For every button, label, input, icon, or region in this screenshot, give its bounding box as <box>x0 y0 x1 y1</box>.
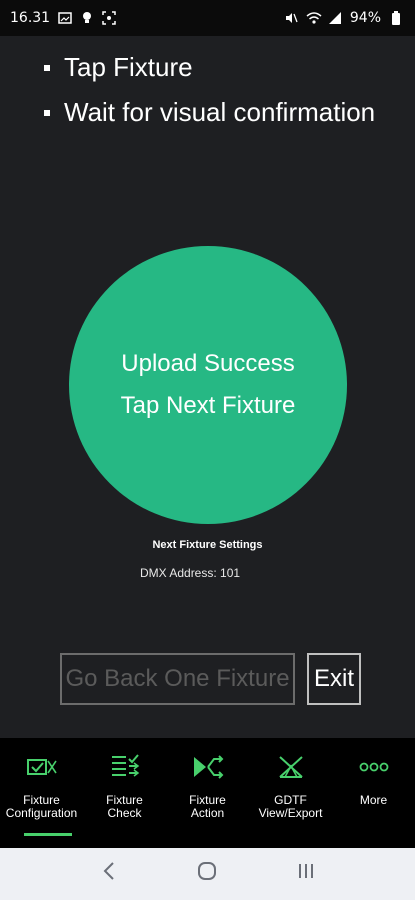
bottom-nav: Fixture Configuration Fixture Check Fixt… <box>0 738 415 848</box>
next-fixture-settings-title: Next Fixture Settings <box>152 539 263 551</box>
recents-icon[interactable] <box>286 861 326 887</box>
screenshot-icon <box>102 11 116 25</box>
instruction-text: Tap Fixture <box>64 52 193 82</box>
nav-label: More <box>359 793 388 807</box>
mute-icon <box>284 11 298 25</box>
wifi-icon <box>306 11 322 25</box>
nav-fixture-configuration[interactable]: Fixture Configuration <box>0 738 83 848</box>
nav-fixture-action[interactable]: Fixture Action <box>166 738 249 848</box>
go-back-button[interactable]: Go Back One Fixture <box>60 653 295 705</box>
upload-status-circle[interactable]: Upload Success Tap Next Fixture <box>69 246 347 524</box>
system-nav-bar <box>0 848 415 900</box>
status-bar: 16.31 94% <box>0 0 415 36</box>
nav-fixture-check[interactable]: Fixture Check <box>83 738 166 848</box>
instructions-list: Tap Fixture Wait for visual confirmation <box>44 52 375 142</box>
instruction-text: Wait for visual confirmation <box>64 97 376 127</box>
checklist-icon <box>108 752 142 782</box>
battery-icon <box>389 11 403 25</box>
dmx-address: DMX Address: 101 <box>140 566 241 580</box>
status-right: 94% <box>284 10 403 26</box>
active-tab-indicator <box>24 833 72 836</box>
nav-gdtf-view-export[interactable]: GDTF View/Export <box>249 738 332 848</box>
status-left: 16.31 <box>10 10 116 26</box>
battery-percent: 94% <box>349 10 381 26</box>
signal-icon <box>328 11 342 25</box>
image-icon <box>58 11 72 25</box>
back-icon[interactable] <box>89 861 129 887</box>
more-icon <box>357 752 391 782</box>
nav-label: Fixture Check <box>106 793 143 820</box>
bullet-icon <box>44 64 50 71</box>
nav-more[interactable]: More <box>332 738 415 848</box>
location-icon <box>80 11 94 25</box>
status-line-2: Tap Next Fixture <box>120 392 296 419</box>
clock: 16.31 <box>10 10 51 26</box>
status-line-1: Upload Success <box>121 350 295 377</box>
nav-label: Fixture Action <box>189 793 226 820</box>
gdtf-icon <box>274 752 308 782</box>
instruction-item: Tap Fixture <box>44 52 375 83</box>
action-arrows-icon <box>191 752 225 782</box>
nav-label: Fixture Configuration <box>5 793 78 820</box>
main-content: Tap Fixture Wait for visual confirmation… <box>0 36 415 738</box>
exit-button[interactable]: Exit <box>307 653 361 705</box>
bullet-icon <box>44 109 50 116</box>
home-icon[interactable] <box>187 861 227 887</box>
nav-label: GDTF View/Export <box>258 793 323 820</box>
instruction-item: Wait for visual confirmation <box>44 97 375 128</box>
fixture-config-icon <box>25 752 59 782</box>
